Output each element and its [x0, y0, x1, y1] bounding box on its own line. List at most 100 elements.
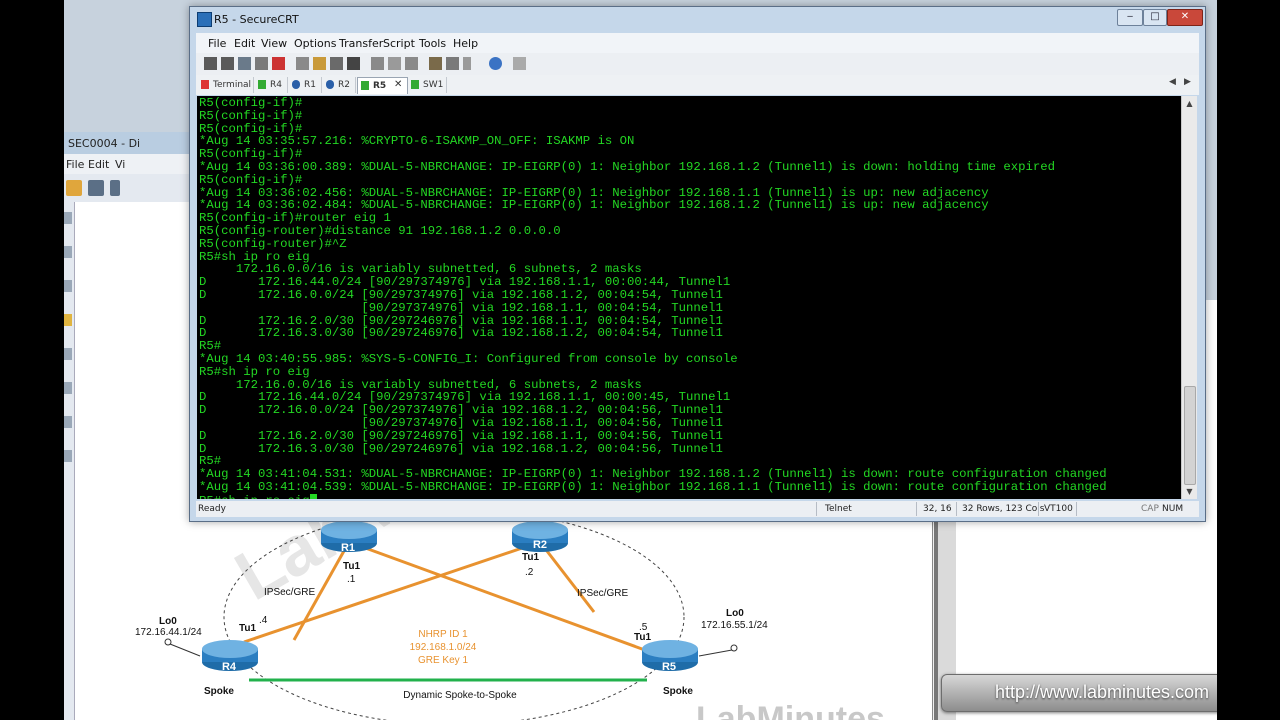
- router-top-icon: [512, 521, 568, 539]
- keymap-icon[interactable]: [513, 57, 526, 70]
- tab-sw1[interactable]: SW1: [408, 77, 447, 93]
- letterbox-right: [1217, 0, 1280, 720]
- session-options-icon[interactable]: [429, 57, 442, 70]
- menu-view[interactable]: View: [261, 37, 287, 50]
- r1-tunnel-label: Tu1: [343, 561, 360, 572]
- status-num: NUM: [1162, 504, 1184, 514]
- tab-terminal[interactable]: Terminal: [198, 77, 254, 93]
- paste-icon[interactable]: [313, 57, 326, 70]
- r2-tunnel-label: Tu1: [522, 552, 539, 563]
- menu-edit[interactable]: Edit: [234, 37, 255, 50]
- menu-file[interactable]: File: [208, 37, 226, 50]
- r5-loopback-ip: 172.16.55.1/24: [701, 620, 768, 631]
- tab-r4[interactable]: R4: [255, 77, 288, 93]
- menu-transfer[interactable]: Transfer: [339, 37, 383, 50]
- tab-label: R2: [338, 80, 350, 90]
- terminal-scrollbar[interactable]: ▲ ▼: [1181, 96, 1197, 499]
- print-icon[interactable]: [371, 57, 384, 70]
- window-title: R5 - SecureCRT: [214, 13, 299, 26]
- terminal-cursor: [309, 493, 317, 499]
- lo0-r5-link: [698, 649, 733, 657]
- status-emulation: VT100: [1044, 504, 1073, 514]
- scroll-thumb[interactable]: [1184, 386, 1196, 485]
- securecrt-app-icon: [197, 12, 212, 27]
- print-selection-icon[interactable]: [388, 57, 401, 70]
- copy-paste-icon[interactable]: [330, 57, 343, 70]
- r5-tunnel-label: Tu1: [634, 632, 651, 643]
- connect-tab-icon[interactable]: [238, 57, 251, 70]
- status-divider: [816, 502, 817, 516]
- menubar: File Edit View Options Transfer Script T…: [196, 33, 1199, 53]
- r4-role-label: Spoke: [204, 686, 234, 697]
- global-options-icon[interactable]: [446, 57, 459, 70]
- connect-icon[interactable]: [204, 57, 217, 70]
- status-bar: Ready Telnet 32, 16 32 Rows, 123 Cols VT…: [196, 501, 1199, 517]
- lo0-r4-port: [164, 638, 172, 646]
- close-button[interactable]: ✕: [1167, 9, 1203, 26]
- tab-label: R4: [270, 80, 282, 90]
- url-banner-text: http://www.labminutes.com: [994, 682, 1210, 702]
- nhrp-subnet-label: 192.168.1.0/24: [410, 642, 477, 653]
- labminutes-logo: LabMinutes: [696, 700, 885, 720]
- terminal-line: [90/297374976] via 192.168.1.1, 00:04:56…: [199, 416, 723, 430]
- r5-role-label: Spoke: [663, 686, 693, 697]
- maximize-button[interactable]: □: [1143, 9, 1167, 26]
- help-icon[interactable]: [489, 57, 502, 70]
- disconnect-icon[interactable]: [272, 57, 285, 70]
- print-setup-icon[interactable]: [405, 57, 418, 70]
- terminal-line: R5(config-if)#: [199, 172, 303, 187]
- menu-script[interactable]: Script: [383, 37, 415, 50]
- terminal-output[interactable]: R5(config-if)# R5(config-if)# R5(config-if…: [197, 96, 1181, 499]
- status-divider: [956, 502, 957, 516]
- menu-help[interactable]: Help: [453, 37, 478, 50]
- copy-icon[interactable]: [296, 57, 309, 70]
- router-label-r2: R2: [533, 539, 547, 551]
- router-top-icon: [202, 640, 258, 658]
- r5-tunnel-ip: .5: [639, 622, 648, 633]
- menu-tools[interactable]: Tools: [419, 37, 446, 50]
- lo0-r5-port: [730, 644, 738, 652]
- terminal-line: R5(config-if)#: [199, 96, 303, 110]
- info-icon: [292, 80, 300, 89]
- find-icon[interactable]: [347, 57, 360, 70]
- terminal-line: *Aug 14 03:36:00.389: %DUAL-5-NBRCHANGE:…: [199, 160, 1056, 174]
- tab-r2[interactable]: R2: [323, 77, 356, 93]
- r4-loopback-ip: 172.16.44.1/24: [135, 627, 202, 638]
- minimize-button[interactable]: ‒: [1117, 9, 1143, 26]
- tab-scroll-right-icon[interactable]: ▶: [1184, 77, 1191, 87]
- url-banner: http://www.labminutes.com: [941, 674, 1217, 712]
- scroll-up-icon[interactable]: ▲: [1182, 96, 1197, 111]
- tab-scroll-left-icon[interactable]: ◀: [1169, 77, 1176, 87]
- router-label-r4: R4: [222, 661, 237, 673]
- router-label-r5: R5: [662, 661, 676, 673]
- link-r1-r5: [348, 540, 665, 659]
- quick-connect-icon[interactable]: [221, 57, 234, 70]
- toolbar: [196, 53, 1199, 76]
- status-divider: [1038, 502, 1039, 516]
- check-icon: [258, 80, 266, 89]
- lo0-r4-link: [169, 643, 201, 657]
- terminal-line: D 172.16.3.0/30 [90/297246976] via 192.1…: [199, 441, 723, 456]
- terminal-line: [90/297374976] via 192.168.1.1, 00:04:54…: [199, 300, 723, 315]
- r1-tunnel-ip: .1: [347, 574, 356, 585]
- status-ready: Ready: [198, 504, 226, 514]
- tab-label: SW1: [423, 80, 444, 90]
- menu-options[interactable]: Options: [294, 37, 336, 50]
- securecrt-titlebar: R5 - SecureCRT ‒ □ ✕: [190, 7, 1205, 31]
- reconnect-icon[interactable]: [255, 57, 268, 70]
- status-cursor-pos: 32, 16: [923, 504, 952, 514]
- check-icon: [361, 81, 369, 90]
- key-icon[interactable]: [463, 57, 471, 70]
- terminal-line: R5(config-router)#^Z: [199, 236, 347, 251]
- r5-loopback-label: Lo0: [726, 608, 744, 619]
- tab-close-icon[interactable]: ✕: [394, 79, 402, 90]
- info-icon: [326, 80, 334, 89]
- session-tabs: Terminal R4 R1 R2 R5 ✕ SW1 ◀ ▶: [196, 75, 1199, 95]
- terminal-line: *Aug 14 03:41:04.539: %DUAL-5-NBRCHANGE:…: [199, 480, 1107, 494]
- terminal-line: R5#sh ip ro eig: [199, 493, 317, 499]
- terminal-line: D 172.16.2.0/30 [90/297246976] via 192.1…: [199, 428, 723, 443]
- tab-r1[interactable]: R1: [289, 77, 322, 93]
- tab-r5[interactable]: R5 ✕: [357, 77, 408, 94]
- scroll-down-icon[interactable]: ▼: [1182, 484, 1197, 499]
- error-icon: [201, 80, 209, 89]
